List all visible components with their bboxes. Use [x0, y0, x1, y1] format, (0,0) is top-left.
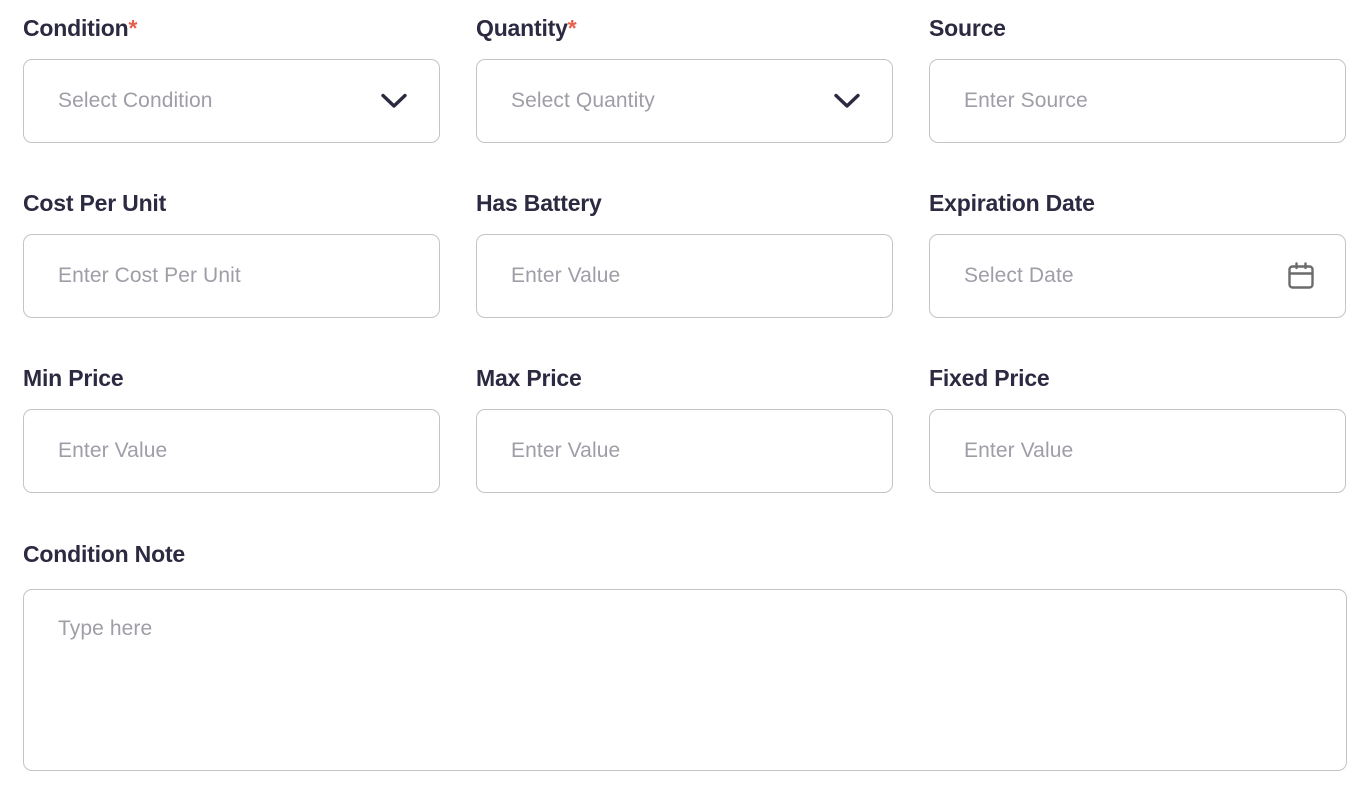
select-quantity[interactable]: Select Quantity — [476, 59, 893, 143]
field-label-text: Expiration Date — [929, 190, 1095, 216]
form-field-fixed_price: Fixed Price Enter Value — [929, 364, 1346, 539]
form-field-condition: Condition* Select Condition — [23, 14, 440, 189]
field-label-text: Fixed Price — [929, 365, 1050, 391]
input-has_battery[interactable]: Enter Value — [476, 234, 893, 318]
field-label-expiration_date: Expiration Date — [929, 189, 1346, 217]
form-field-quantity: Quantity* Select Quantity — [476, 14, 893, 189]
placeholder-condition: Select Condition — [24, 88, 213, 114]
input-max_price[interactable]: Enter Value — [476, 409, 893, 493]
condition-note-label: Condition Note — [23, 540, 1347, 568]
placeholder-min_price: Enter Value — [24, 438, 167, 464]
field-label-text: Cost Per Unit — [23, 190, 166, 216]
select-condition[interactable]: Select Condition — [23, 59, 440, 143]
inventory-item-form: Condition*Select ConditionQuantity*Selec… — [0, 0, 1366, 802]
field-label-max_price: Max Price — [476, 364, 893, 392]
placeholder-source: Enter Source — [930, 88, 1088, 114]
chevron-down-icon — [381, 93, 407, 109]
form-field-min_price: Min Price Enter Value — [23, 364, 440, 539]
input-cost_per_unit[interactable]: Enter Cost Per Unit — [23, 234, 440, 318]
placeholder-fixed_price: Enter Value — [930, 438, 1073, 464]
form-field-expiration_date: Expiration Date Select Date — [929, 189, 1346, 364]
field-label-cost_per_unit: Cost Per Unit — [23, 189, 440, 217]
form-field-has_battery: Has Battery Enter Value — [476, 189, 893, 364]
field-label-source: Source — [929, 14, 1346, 42]
input-source[interactable]: Enter Source — [929, 59, 1346, 143]
placeholder-cost_per_unit: Enter Cost Per Unit — [24, 263, 241, 289]
field-label-fixed_price: Fixed Price — [929, 364, 1346, 392]
field-label-text: Condition — [23, 15, 129, 41]
form-field-max_price: Max Price Enter Value — [476, 364, 893, 539]
field-label-text: Has Battery — [476, 190, 602, 216]
field-label-min_price: Min Price — [23, 364, 440, 392]
placeholder-has_battery: Enter Value — [477, 263, 620, 289]
date-picker-expiration_date[interactable]: Select Date — [929, 234, 1346, 318]
required-asterisk: * — [568, 15, 577, 41]
chevron-down-icon — [834, 93, 860, 109]
form-field-grid: Condition*Select ConditionQuantity*Selec… — [23, 14, 1347, 539]
input-fixed_price[interactable]: Enter Value — [929, 409, 1346, 493]
condition-note-textarea[interactable]: Type here — [23, 589, 1347, 771]
form-field-cost_per_unit: Cost Per Unit Enter Cost Per Unit — [23, 189, 440, 364]
placeholder-quantity: Select Quantity — [477, 88, 655, 114]
required-asterisk: * — [129, 15, 138, 41]
field-label-text: Max Price — [476, 365, 582, 391]
placeholder-expiration_date: Select Date — [930, 263, 1074, 289]
field-label-text: Quantity — [476, 15, 568, 41]
placeholder-max_price: Enter Value — [477, 438, 620, 464]
calendar-icon[interactable] — [1285, 260, 1317, 292]
field-label-text: Min Price — [23, 365, 123, 391]
condition-note-section: Condition Note Type here — [23, 540, 1347, 771]
field-label-has_battery: Has Battery — [476, 189, 893, 217]
field-label-quantity: Quantity* — [476, 14, 893, 42]
field-label-condition: Condition* — [23, 14, 440, 42]
input-min_price[interactable]: Enter Value — [23, 409, 440, 493]
field-label-text: Source — [929, 15, 1006, 41]
form-field-source: Source Enter Source — [929, 14, 1346, 189]
condition-note-placeholder: Type here — [58, 616, 152, 642]
